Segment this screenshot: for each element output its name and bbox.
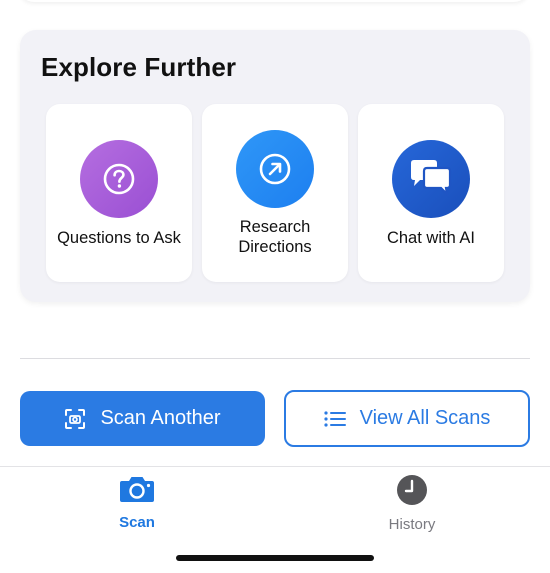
scan-another-button[interactable]: Scan Another (20, 391, 265, 446)
explore-further-card: Explore Further Questions to Ask Researc… (20, 30, 530, 302)
divider (20, 358, 530, 359)
tile-label: Questions to Ask (57, 229, 181, 247)
section-title: Explore Further (41, 52, 237, 82)
chat-with-ai-tile[interactable]: Chat with AI (358, 104, 504, 282)
list-icon (323, 410, 346, 428)
question-icon (80, 140, 158, 218)
scan-another-label: Scan Another (100, 407, 221, 429)
screen: Explore Further Questions to Ask Researc… (0, 0, 550, 573)
research-directions-tile[interactable]: Research Directions (202, 104, 348, 282)
tab-scan-label: Scan (119, 514, 155, 531)
view-all-scans-label: View All Scans (359, 407, 491, 429)
chat-bubbles-icon (392, 140, 470, 218)
previous-card-edge (18, 0, 530, 2)
view-all-scans-button[interactable]: View All Scans (284, 390, 530, 447)
tab-bar-divider (0, 466, 550, 467)
tab-history-label: History (388, 516, 436, 533)
camera-icon (118, 474, 156, 509)
tab-scan[interactable]: Scan (87, 474, 187, 531)
tab-history[interactable]: History (362, 474, 462, 533)
tile-label: Research Directions (238, 218, 312, 256)
scan-viewfinder-icon (64, 408, 86, 430)
questions-to-ask-tile[interactable]: Questions to Ask (46, 104, 192, 282)
arrow-up-right-circle-icon (236, 130, 314, 208)
tile-label: Chat with AI (386, 229, 476, 247)
clock-icon (396, 474, 428, 511)
home-indicator (176, 555, 374, 561)
